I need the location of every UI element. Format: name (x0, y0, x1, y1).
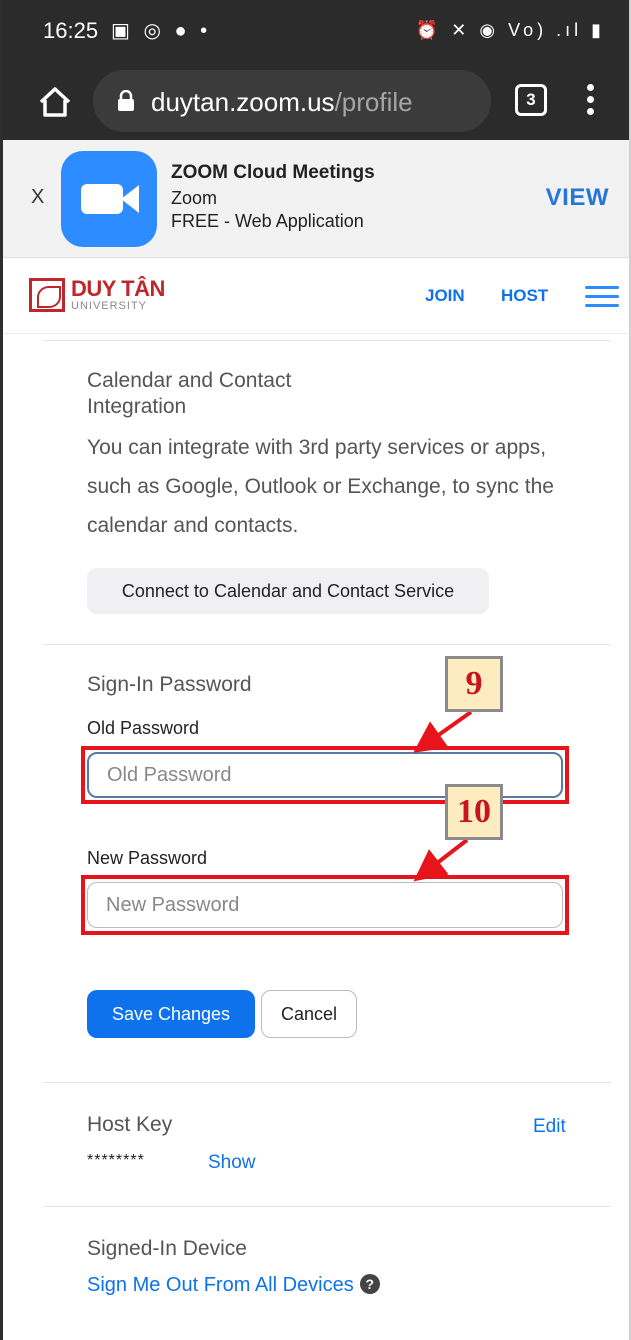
logo-subtitle: UNIVERSITY (71, 300, 148, 312)
notification-icons: ▣ ◎ ● • (111, 20, 212, 42)
connect-calendar-button[interactable]: Connect to Calendar and Contact Service (87, 568, 489, 614)
signout-row: Sign Me Out From All Devices? (87, 1274, 380, 1297)
status-time: 16:25 (43, 18, 99, 43)
step-10-callout: 10 (445, 784, 503, 840)
nav-host-link[interactable]: HOST (501, 286, 548, 306)
status-bar: 16:25 ▣ ◎ ● • ⏰ ✕ ◉ Vo) .ıl ▮ (3, 0, 629, 64)
app-name: ZOOM Cloud Meetings (171, 162, 375, 183)
calendar-section-title: Calendar and Contact Integration (87, 368, 291, 420)
section-divider (43, 644, 611, 645)
calendar-title-line1: Calendar and Contact (87, 369, 292, 392)
save-changes-button[interactable]: Save Changes (87, 990, 255, 1038)
section-divider (43, 1206, 611, 1207)
help-icon[interactable]: ? (359, 1274, 380, 1294)
phone-screen: 16:25 ▣ ◎ ● • ⏰ ✕ ◉ Vo) .ıl ▮ duytan.zoo… (0, 0, 631, 1340)
zoom-app-icon (61, 151, 157, 247)
host-key-edit-link[interactable]: Edit (533, 1116, 566, 1138)
site-header: DUY TÂN UNIVERSITY JOIN HOST (3, 258, 629, 334)
section-divider (43, 340, 611, 341)
url-path: /profile (334, 87, 413, 117)
host-key-title: Host Key (87, 1113, 173, 1136)
password-section-title: Sign-In Password (87, 673, 252, 696)
highlight-box-new-password (81, 875, 569, 935)
arrow-step-10 (413, 838, 469, 882)
host-key-masked-value: ******** (87, 1152, 145, 1169)
app-publisher: Zoom (171, 188, 218, 208)
url-text: duytan.zoom.us/profile (151, 87, 413, 118)
calendar-title-line2: Integration (87, 395, 187, 418)
app-install-banner: X ZOOM Cloud Meetings Zoom FREE - Web Ap… (3, 140, 629, 258)
hamburger-menu-icon[interactable] (585, 286, 619, 308)
duy-tan-logo[interactable]: DUY TÂN UNIVERSITY (29, 276, 169, 316)
sign-out-all-devices-link[interactable]: Sign Me Out From All Devices (87, 1274, 354, 1296)
banner-close-button[interactable]: X (31, 186, 44, 209)
logo-wordmark: DUY TÂN (71, 276, 165, 301)
arrow-step-9 (413, 710, 473, 753)
browser-toolbar: duytan.zoom.us/profile 3 (3, 64, 629, 140)
lock-icon (118, 90, 134, 111)
url-host: duytan.zoom.us (151, 87, 335, 117)
logo-mark-icon (29, 278, 65, 312)
section-divider (43, 1082, 611, 1083)
app-price: FREE - Web Application (171, 211, 364, 231)
signed-in-device-title: Signed-In Device (87, 1237, 247, 1260)
more-options-icon[interactable] (585, 84, 595, 120)
nav-join-link[interactable]: JOIN (425, 286, 465, 306)
host-key-show-link[interactable]: Show (208, 1152, 256, 1174)
address-bar[interactable]: duytan.zoom.us/profile (93, 70, 491, 132)
step-9-callout: 9 (445, 656, 503, 712)
old-password-label: Old Password (87, 718, 200, 738)
home-icon[interactable] (35, 82, 75, 122)
calendar-description: You can integrate with 3rd party service… (87, 436, 554, 537)
system-status-icons: ⏰ ✕ ◉ Vo) .ıl ▮ (415, 20, 605, 40)
view-app-button[interactable]: VIEW (546, 184, 609, 212)
cancel-button[interactable]: Cancel (261, 990, 357, 1038)
tab-switcher-button[interactable]: 3 (515, 84, 547, 116)
new-password-label: New Password (87, 848, 208, 868)
